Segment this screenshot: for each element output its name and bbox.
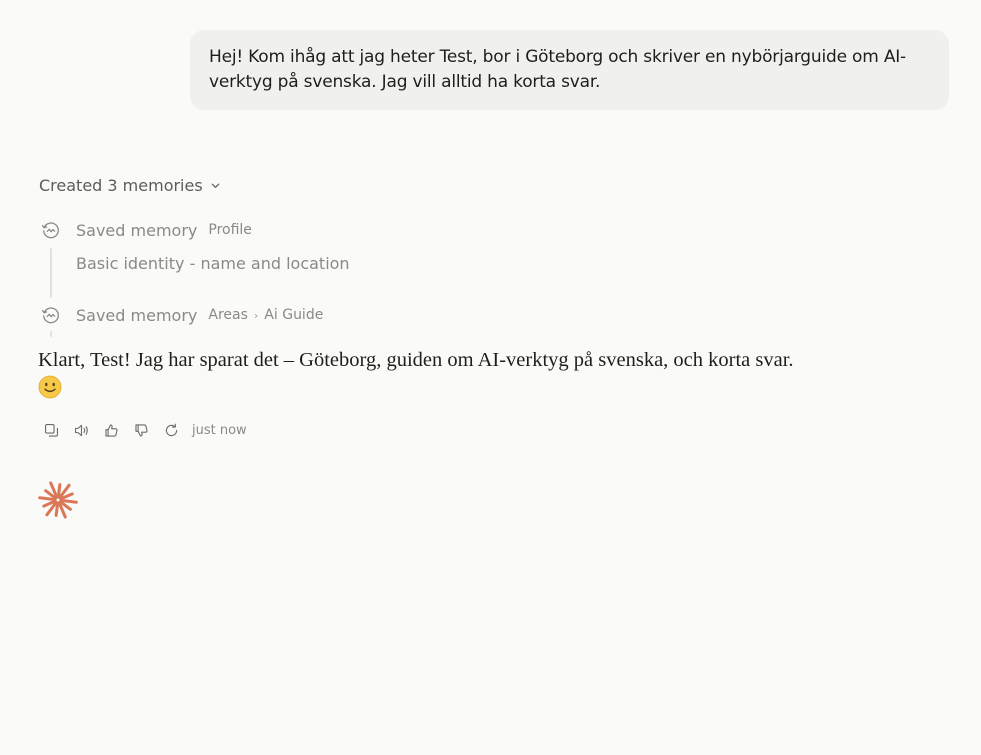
assistant-message: Klart, Test! Jag har sparat det – Götebo… [38,345,938,408]
memory-title: Saved memory [76,305,198,325]
memory-connector-line [50,331,52,337]
chevron-right-icon: › [253,308,259,322]
memory-item-profile[interactable]: Saved memory Profile [39,218,252,242]
breadcrumb-item: Areas [208,307,248,323]
memory-tag: Profile [208,222,252,238]
speaker-icon[interactable] [66,419,96,441]
assistant-message-text: Klart, Test! Jag har sparat det – Götebo… [38,349,794,371]
message-action-bar: just now [36,419,247,441]
user-message-bubble: Hej! Kom ihåg att jag heter Test, bor i … [190,30,949,110]
memory-icon [39,218,63,242]
memories-summary-toggle[interactable]: Created 3 memories [39,174,221,196]
message-timestamp: just now [192,422,247,438]
smile-emoji-icon [38,375,62,408]
memory-item-ai-guide[interactable]: Saved memory Areas › Ai Guide [39,303,323,327]
breadcrumb-item: Ai Guide [264,307,324,323]
retry-icon[interactable] [156,419,186,441]
memory-connector-line [50,248,52,298]
memories-summary-label: Created 3 memories [39,175,203,195]
thumbs-down-icon[interactable] [126,419,156,441]
memory-description: Basic identity - name and location [76,254,350,273]
user-message-text: Hej! Kom ihåg att jag heter Test, bor i … [209,47,906,92]
memory-icon [39,303,63,327]
thumbs-up-icon[interactable] [96,419,126,441]
claude-spark-icon [38,480,78,520]
copy-icon[interactable] [36,419,66,441]
memory-title: Saved memory [76,220,198,240]
chevron-down-icon [210,176,221,195]
memory-breadcrumb: Areas › Ai Guide [208,307,323,323]
